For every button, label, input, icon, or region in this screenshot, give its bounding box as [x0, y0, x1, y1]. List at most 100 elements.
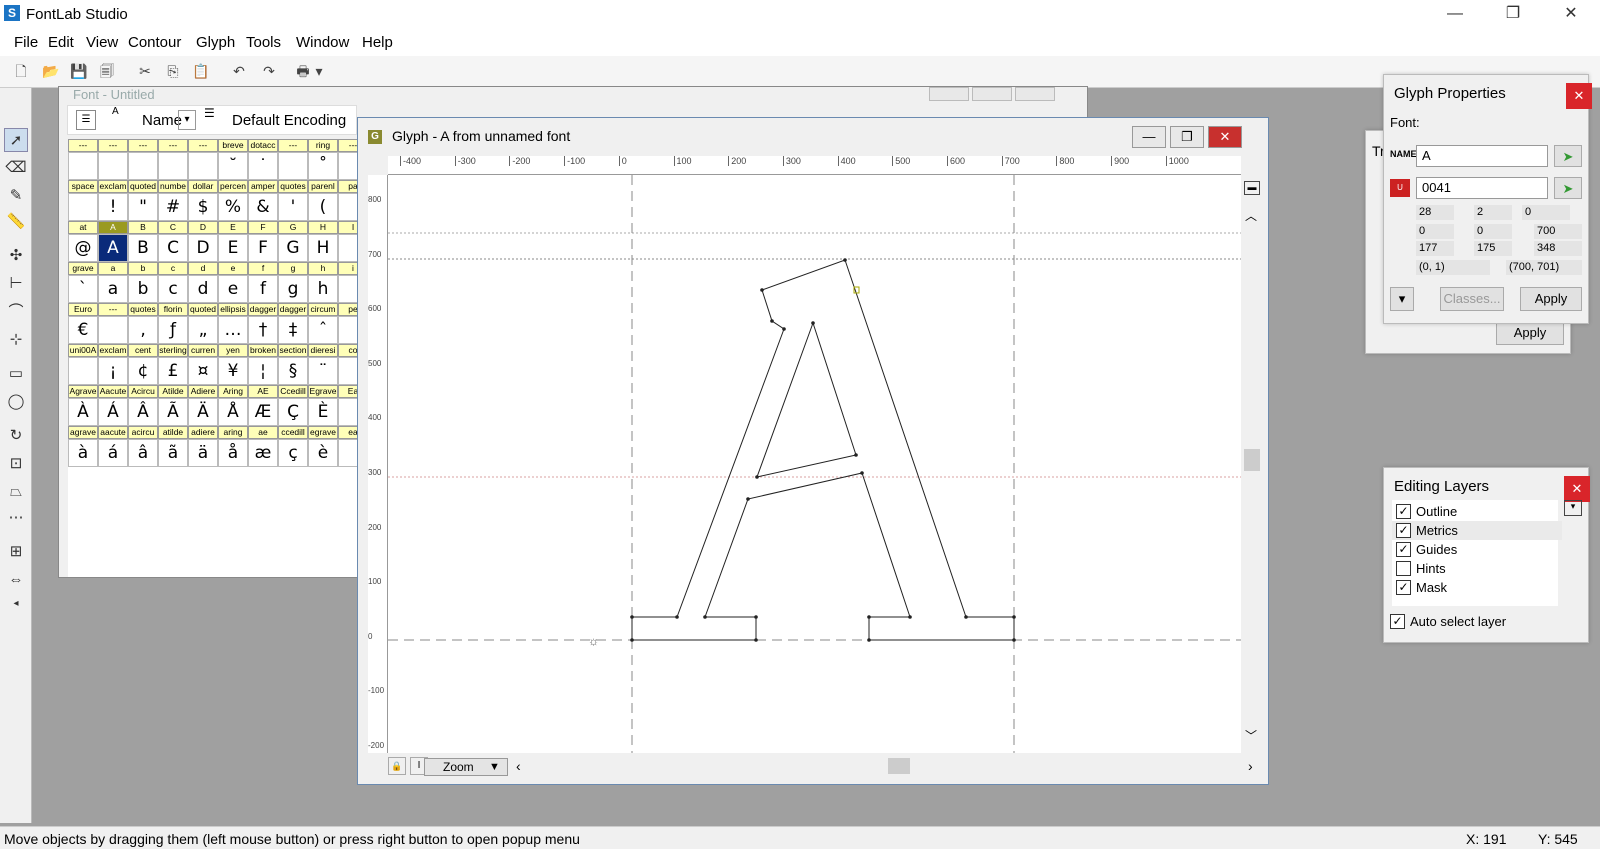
glyph-cell-label[interactable]: adiere	[188, 426, 218, 439]
glyph-cell[interactable]: B	[128, 234, 158, 262]
glyph-cell[interactable]: "	[128, 193, 158, 221]
glyph-cell-label[interactable]: e	[218, 262, 248, 275]
glyph-cell-label[interactable]: cent	[128, 344, 158, 357]
glyph-properties-close-icon[interactable]: ✕	[1566, 83, 1592, 109]
glyph-cell-label[interactable]: g	[278, 262, 308, 275]
glyph-cell[interactable]: æ	[248, 439, 278, 467]
glyph-cell-label[interactable]: numbe	[158, 180, 188, 193]
glyph-cell[interactable]: h	[308, 275, 338, 303]
glyph-cell-label[interactable]: grave	[68, 262, 98, 275]
glyph-cell-label[interactable]: E	[218, 221, 248, 234]
curve-tool-icon[interactable]: ⌒	[4, 300, 28, 324]
glyph-cell[interactable]: ¡	[98, 357, 128, 385]
glyph-canvas[interactable]: ☼	[388, 175, 1241, 753]
menu-contour[interactable]: Contour	[128, 34, 181, 51]
glyph-cell[interactable]	[338, 357, 358, 385]
glyph-cell-label[interactable]: G	[278, 221, 308, 234]
glyph-cell-label[interactable]: Aacute	[98, 385, 128, 398]
glyph-cell[interactable]	[338, 275, 358, 303]
glyph-cell-label[interactable]: dieresi	[308, 344, 338, 357]
glyph-cell-label[interactable]: Acircu	[128, 385, 158, 398]
glyph-cell-label[interactable]: A	[98, 221, 128, 234]
print-dropdown-icon[interactable]: ▾	[314, 60, 324, 82]
layer-mask[interactable]: ✓ Mask	[1392, 578, 1562, 597]
apply-unicode-icon[interactable]: ➤	[1554, 177, 1582, 199]
glyph-cell[interactable]: Ä	[188, 398, 218, 426]
glyph-cell[interactable]: G	[278, 234, 308, 262]
glyph-cell-label[interactable]: i	[338, 262, 358, 275]
layer-outline[interactable]: ✓ Outline	[1392, 502, 1562, 521]
glyph-cell[interactable]: á	[98, 439, 128, 467]
glyph-window-close-icon[interactable]: ✕	[1208, 126, 1242, 148]
glyph-cell[interactable]	[338, 234, 358, 262]
glyph-cell-label[interactable]: Euro	[68, 303, 98, 316]
glyph-cell[interactable]: †	[248, 316, 278, 344]
glyph-cell-label[interactable]: ---	[158, 139, 188, 152]
glyph-cell-label[interactable]: b	[128, 262, 158, 275]
glyph-cell[interactable]: %	[218, 193, 248, 221]
glyph-cell[interactable]: €	[68, 316, 98, 344]
scroll-right-icon[interactable]: ›	[1248, 758, 1253, 774]
redo-icon[interactable]: ↷	[258, 60, 280, 82]
glyph-cell[interactable]	[158, 152, 188, 180]
menu-window[interactable]: Window	[296, 34, 349, 51]
knife-tool-icon[interactable]: ✎	[4, 184, 28, 208]
glyph-cell[interactable]: d	[188, 275, 218, 303]
canvas-menu-icon[interactable]: ▬	[1244, 181, 1260, 195]
glyph-cell-label[interactable]: c	[158, 262, 188, 275]
glyph-cell[interactable]: b	[128, 275, 158, 303]
glyph-cell-label[interactable]: ---	[98, 303, 128, 316]
smooth-tool-icon[interactable]: ⊹	[4, 328, 28, 352]
glyph-cell[interactable]: ‚	[128, 316, 158, 344]
minimize-icon[interactable]: —	[1426, 0, 1484, 30]
glyph-cell[interactable]: a	[98, 275, 128, 303]
layer-metrics[interactable]: ✓ Metrics	[1392, 521, 1562, 540]
glyph-cell-label[interactable]: circum	[308, 303, 338, 316]
glyph-cell[interactable]	[338, 439, 358, 467]
glyph-cell-label[interactable]: ring	[308, 139, 338, 152]
slant-tool-icon[interactable]: ⏢	[4, 480, 28, 504]
glyph-cell[interactable]: „	[188, 316, 218, 344]
rotate-tool-icon[interactable]: ↻	[4, 424, 28, 448]
layer-outline-checkbox[interactable]: ✓	[1396, 504, 1411, 519]
glyph-cell[interactable]: ˚	[308, 152, 338, 180]
glyph-cell[interactable]: H	[308, 234, 338, 262]
glyph-cell[interactable]: E	[218, 234, 248, 262]
glyph-cell-label[interactable]: Adiere	[188, 385, 218, 398]
glyph-cell[interactable]: ˙	[248, 152, 278, 180]
glyph-cell-label[interactable]: ---	[278, 139, 308, 152]
glyph-cell[interactable]: à	[68, 439, 98, 467]
auto-select-checkbox[interactable]: ✓	[1390, 614, 1405, 629]
glyph-cell[interactable]: Æ	[248, 398, 278, 426]
glyph-cell-label[interactable]: ---	[98, 139, 128, 152]
glyph-cell-label[interactable]: at	[68, 221, 98, 234]
horizontal-scroll-thumb[interactable]	[888, 758, 910, 774]
glyph-cell[interactable]: Ç	[278, 398, 308, 426]
zoom-dropdown[interactable]: Zoom ▼	[424, 758, 508, 776]
more-tools-icon[interactable]: ◂	[4, 592, 28, 616]
glyph-cell[interactable]	[338, 152, 358, 180]
glyph-cell[interactable]: â	[128, 439, 158, 467]
glyph-cell-label[interactable]: ea	[338, 426, 358, 439]
layer-mask-checkbox[interactable]: ✓	[1396, 580, 1411, 595]
glyph-cell-label[interactable]: H	[308, 221, 338, 234]
glyph-cell-label[interactable]: pe	[338, 303, 358, 316]
glyph-cell[interactable]: §	[278, 357, 308, 385]
layer-metrics-checkbox[interactable]: ✓	[1396, 523, 1411, 538]
glyph-cell[interactable]: ¥	[218, 357, 248, 385]
glyph-cell[interactable]: Â	[128, 398, 158, 426]
glyph-outline-svg[interactable]: ☼	[388, 175, 1241, 753]
glyph-cell[interactable]: È	[308, 398, 338, 426]
glyph-cell-label[interactable]: acircu	[128, 426, 158, 439]
glyph-cell[interactable]: è	[308, 439, 338, 467]
glyph-cell-label[interactable]: Aring	[218, 385, 248, 398]
cut-icon[interactable]: ✂	[134, 60, 156, 82]
glyph-cell-label[interactable]: aacute	[98, 426, 128, 439]
glyph-cell-label[interactable]: section	[278, 344, 308, 357]
glyph-cell[interactable]: #	[158, 193, 188, 221]
glyph-cell-label[interactable]: h	[308, 262, 338, 275]
glyph-cell-label[interactable]: florin	[158, 303, 188, 316]
glyph-cell-label[interactable]: AE	[248, 385, 278, 398]
glyph-cell[interactable]: &	[248, 193, 278, 221]
glyph-cell[interactable]: ¤	[188, 357, 218, 385]
